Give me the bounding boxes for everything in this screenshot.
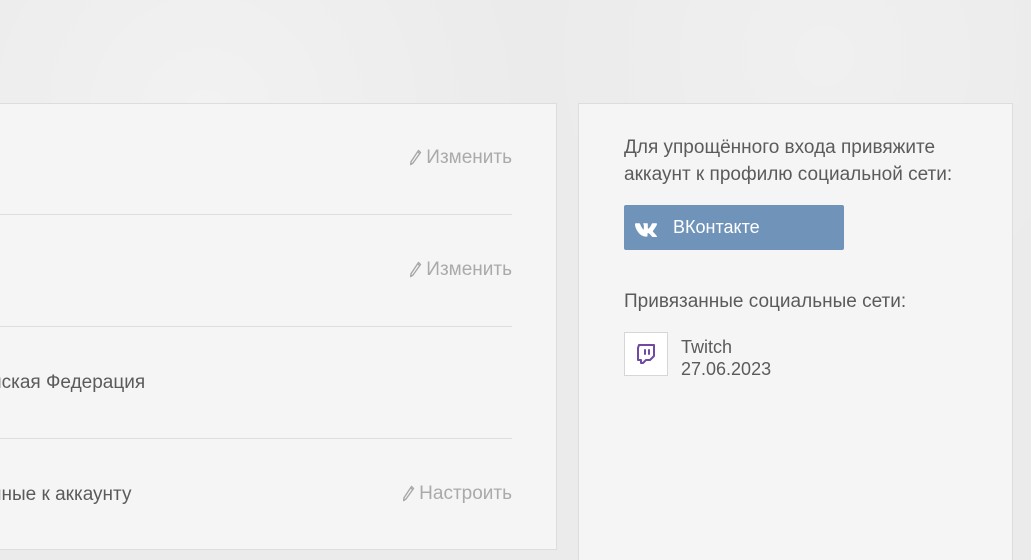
row-divider (0, 326, 512, 327)
vk-connect-button[interactable]: ВКонтакте (624, 205, 844, 250)
linked-network-date: 27.06.2023 (681, 359, 772, 379)
configure-button[interactable]: Настроить (401, 484, 512, 503)
social-intro-text: Для упрощённого входа привяжите аккаунт … (624, 137, 953, 185)
linked-networks-title: Привязанные социальные сети: (624, 291, 907, 312)
vk-connect-button-label: ВКонтакте (673, 217, 760, 237)
account-settings-panel: Изменить Изменить йская Федерация нные к… (0, 103, 557, 550)
linked-network-name: Twitch (681, 337, 733, 357)
edit-button-label: Изменить (426, 259, 512, 280)
linked-network-text: Twitch 27.06.2023 (681, 336, 771, 380)
linked-accounts-label: нные к аккаунту (0, 484, 132, 505)
linked-network-item: Twitch 27.06.2023 (624, 332, 884, 392)
settings-row-country: йская Федерация (0, 328, 512, 440)
settings-row: Изменить (0, 104, 512, 216)
settings-row-linked: нные к аккаунту Настроить (0, 440, 512, 552)
country-value: йская Федерация (0, 372, 146, 393)
pencil-icon (403, 485, 415, 501)
edit-button-label: Изменить (426, 147, 512, 168)
edit-button[interactable]: Изменить (408, 260, 512, 279)
twitch-icon (637, 344, 655, 364)
settings-row: Изменить (0, 216, 512, 328)
configure-button-label: Настроить (419, 483, 512, 504)
row-divider (0, 214, 512, 215)
twitch-tile (624, 332, 668, 376)
pencil-icon (410, 149, 422, 165)
social-login-panel: Для упрощённого входа привяжите аккаунт … (578, 103, 1013, 560)
row-divider (0, 438, 512, 439)
pencil-icon (410, 261, 422, 277)
edit-button[interactable]: Изменить (408, 148, 512, 167)
vk-icon (635, 222, 658, 237)
